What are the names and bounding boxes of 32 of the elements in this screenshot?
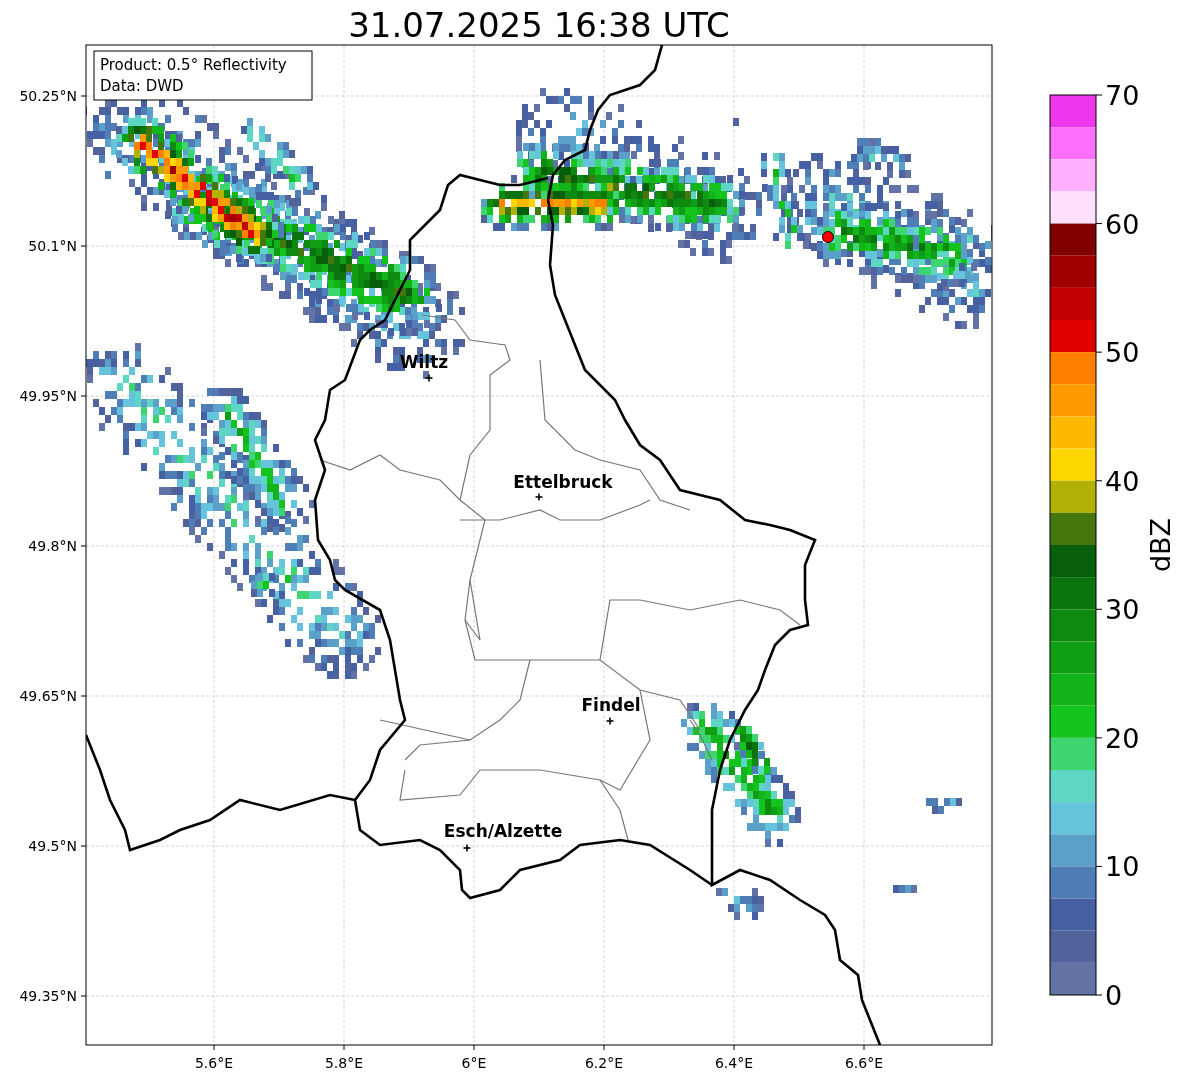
axis-tick-label: 49.65°N [19,688,77,704]
info-text: Product: 0.5° Reflectivity [100,56,287,74]
colorbar-tick-label: 40 [1105,465,1140,497]
axis-tick-label: 49.95°N [19,388,77,404]
city-marker [462,843,472,853]
axis-tick-label: 49.35°N [19,988,77,1004]
colorbar-tick-label: 20 [1105,722,1140,754]
axis-tick-label: 49.5°N [28,838,77,854]
axis-tick-label: 6.6°E [844,1055,884,1071]
chart-title: 31.07.2025 16:38 UTC [348,5,730,45]
colorbar-tick-label: 70 [1105,80,1140,111]
axis-tick-label: 5.6°E [194,1055,234,1071]
colorbar-tick-label: 10 [1105,851,1140,883]
colorbar-tick-label: 30 [1105,594,1140,626]
axis-tick-label: 6.4°E [714,1055,754,1071]
city-label: Ettelbruck [513,472,613,492]
axis-tick-label: 5.8°E [324,1055,364,1071]
info-text: Data: DWD [100,77,184,95]
city-marker [534,492,544,502]
axis-tick-label: 50.25°N [19,88,77,104]
axis-tick-label: 6.2°E [584,1055,624,1071]
city-marker [424,373,434,383]
city-label: Esch/Alzette [443,821,563,841]
axis-tick-label: 50.1°N [28,238,77,254]
colorbar-tick-label: 0 [1105,980,1123,1011]
colorbar-label: dBZ [1145,517,1176,573]
city-label: Findel [581,695,641,715]
axis-tick-label: 49.8°N [28,538,77,554]
city-marker [605,716,615,726]
colorbar-tick-label: 60 [1105,208,1140,240]
axis-tick-label: 6°E [461,1055,487,1071]
colorbar-tick-label: 50 [1105,337,1140,369]
